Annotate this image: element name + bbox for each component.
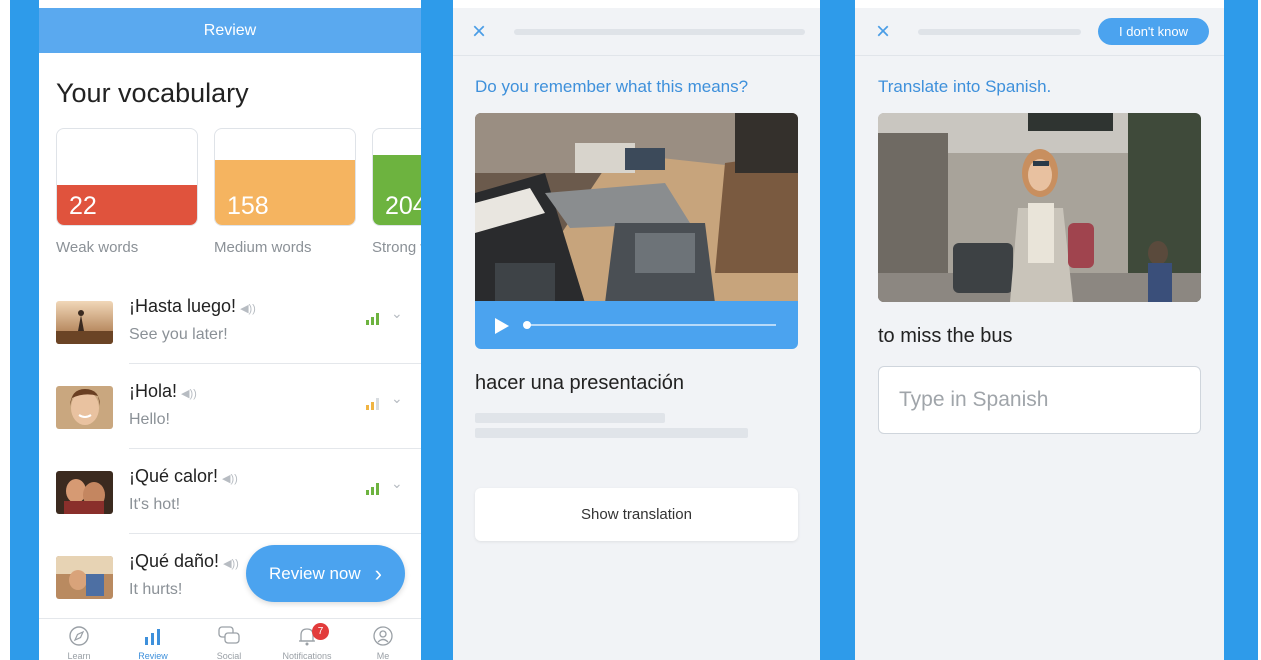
strong-words-caption: Strong words [372, 239, 421, 256]
bottom-tab-bar: Learn Review Social 7 Notifications Me [39, 618, 421, 660]
translate-screen: × I don't know Translate into Spanish. t… [855, 8, 1224, 660]
right-blue-band [1224, 0, 1258, 660]
word-thumbnail [56, 301, 113, 344]
hidden-translation-placeholder [475, 428, 748, 438]
tab-me[interactable]: Me [353, 625, 413, 660]
user-icon [373, 626, 393, 646]
tab-review[interactable]: Review [123, 625, 183, 660]
word-row[interactable]: ¡Qué calor! ◀)) It's hot! ⌄ [39, 449, 421, 534]
left-blue-band [10, 0, 39, 660]
word-text: ¡Hasta luego! ◀)) [129, 296, 256, 316]
notification-badge: 7 [312, 623, 329, 640]
flashcard-topbar: × [453, 8, 820, 56]
lesson-progress-bar [918, 29, 1081, 35]
middle-blue-band-1 [421, 0, 453, 660]
chevron-down-icon[interactable]: ⌄ [391, 305, 403, 322]
medium-words-count: 158 [227, 192, 269, 220]
tab-label: Review [138, 651, 168, 660]
tab-notifications[interactable]: 7 Notifications [277, 623, 337, 660]
play-icon[interactable] [495, 318, 509, 334]
speaker-icon[interactable]: ◀)) [222, 473, 238, 485]
weak-words-caption: Weak words [56, 239, 139, 256]
close-icon[interactable]: × [876, 20, 890, 44]
weak-words-fill: 22 [57, 184, 197, 225]
close-icon[interactable]: × [472, 20, 486, 44]
translate-prompt: Translate into Spanish. [878, 77, 1052, 96]
bus-stop-photo [878, 113, 1201, 302]
translate-topbar: × I don't know [855, 8, 1224, 56]
flashcard-screen: × Do you remember what this means? hacer… [453, 8, 820, 660]
word-row[interactable]: ¡Hola! ◀)) Hello! ⌄ [39, 364, 421, 449]
chat-icon [218, 626, 240, 644]
show-translation-button[interactable]: Show translation [475, 488, 798, 541]
word-row[interactable]: ¡Hasta luego! ◀)) See you later! ⌄ [39, 279, 421, 364]
tab-label: Social [216, 651, 242, 660]
audio-player [475, 301, 798, 349]
compass-icon [69, 626, 89, 646]
meeting-photo [475, 113, 798, 303]
word-thumbnail [56, 471, 113, 514]
word-thumbnail [56, 386, 113, 429]
signal-strong-icon [366, 313, 379, 325]
strong-words-card[interactable]: 204 [372, 128, 421, 226]
hidden-translation-placeholder [475, 413, 665, 423]
review-header: Review [39, 8, 421, 53]
chevron-down-icon[interactable]: ⌄ [391, 390, 403, 407]
chevron-right-icon: › [374, 560, 382, 586]
speaker-icon[interactable]: ◀)) [223, 558, 239, 570]
word-translation: It hurts! [129, 581, 183, 598]
phrase-text: to miss the bus [878, 325, 1013, 347]
medium-words-card[interactable]: 158 [214, 128, 356, 226]
signal-strong-icon [366, 483, 379, 495]
speaker-icon[interactable]: ◀)) [181, 388, 197, 400]
strong-words-count: 204 [385, 192, 421, 220]
strong-words-fill: 204 [373, 154, 421, 225]
flashcard-prompt: Do you remember what this means? [475, 77, 749, 96]
word-text: ¡Qué calor! ◀)) [129, 466, 238, 486]
dont-know-button[interactable]: I don't know [1098, 18, 1209, 45]
speaker-icon[interactable]: ◀)) [240, 303, 256, 315]
word-translation: It's hot! [129, 496, 181, 513]
weak-words-count: 22 [69, 192, 97, 220]
review-screen: Review Your vocabulary 22 158 204 Weak w… [39, 8, 421, 660]
tab-social[interactable]: Social [199, 625, 259, 660]
word-text: ¡Qué daño! ◀)) [129, 551, 239, 571]
tab-label: Me [376, 651, 390, 660]
word-translation: Hello! [129, 411, 170, 428]
review-now-button[interactable]: Review now › [246, 545, 405, 602]
review-now-label: Review now [269, 563, 361, 583]
lesson-progress-bar [514, 29, 805, 35]
header-title: Review [203, 21, 257, 39]
word-thumbnail [56, 556, 113, 599]
chevron-down-icon[interactable]: ⌄ [391, 475, 403, 492]
medium-words-fill: 158 [215, 159, 355, 225]
medium-words-caption: Medium words [214, 239, 312, 256]
audio-progress-track[interactable] [525, 324, 776, 326]
tab-label: Learn [67, 651, 91, 660]
spanish-answer-input[interactable] [878, 366, 1201, 434]
signal-medium-icon [366, 398, 379, 410]
vocabulary-heading: Your vocabulary [56, 78, 249, 108]
middle-blue-band-2 [820, 0, 855, 660]
weak-words-card[interactable]: 22 [56, 128, 198, 226]
bar-chart-icon [145, 629, 160, 645]
tab-label: Notifications [282, 651, 332, 660]
word-translation: See you later! [129, 326, 228, 343]
word-text: ¡Hola! ◀)) [129, 381, 197, 401]
audio-progress-handle[interactable] [523, 321, 531, 329]
phrase-text: hacer una presentación [475, 372, 685, 394]
tab-learn[interactable]: Learn [49, 625, 109, 660]
